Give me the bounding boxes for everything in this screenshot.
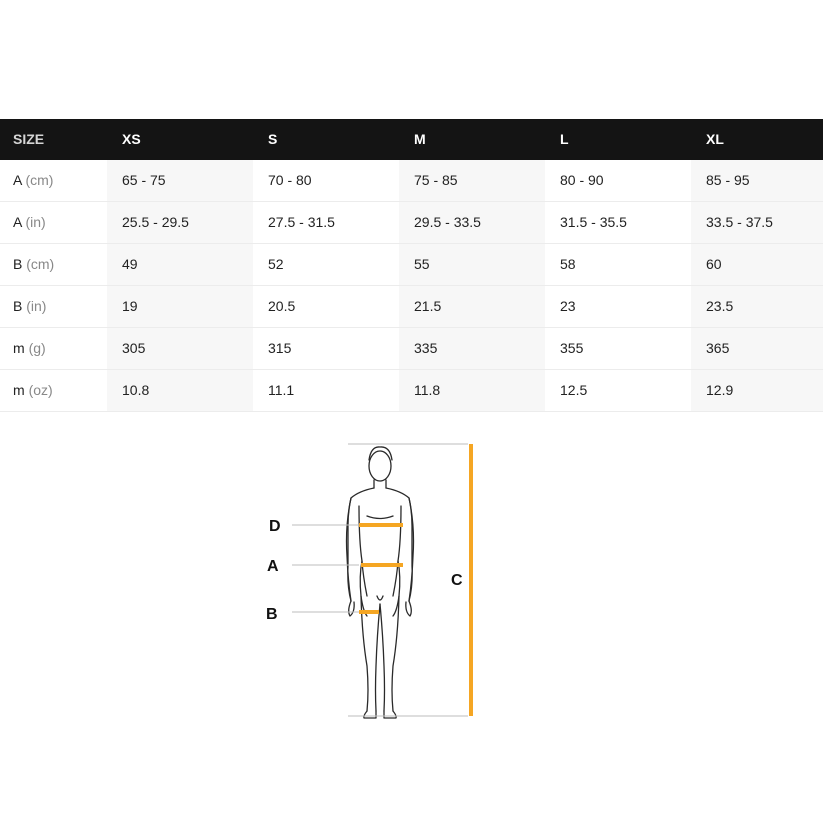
table-cell: 70 - 80 — [253, 160, 399, 201]
row-label: A (cm) — [0, 160, 107, 201]
table-row: B (in) 19 20.5 21.5 23 23.5 — [0, 286, 823, 328]
row-label: m (g) — [0, 328, 107, 369]
header-size-xs: XS — [122, 131, 141, 147]
table-cell: 21.5 — [399, 286, 545, 327]
header-size-s: S — [268, 131, 278, 147]
table-cell: 11.8 — [399, 370, 545, 411]
table-cell: 31.5 - 35.5 — [545, 202, 691, 243]
table-cell: 85 - 95 — [691, 160, 823, 201]
table-cell: 335 — [399, 328, 545, 369]
measure-letter: B — [13, 298, 23, 314]
measure-unit: (in) — [25, 214, 46, 230]
table-cell: 55 — [399, 244, 545, 285]
table-cell: 29.5 - 33.5 — [399, 202, 545, 243]
measure-unit: (cm) — [26, 256, 55, 272]
measure-unit: (oz) — [28, 382, 53, 398]
table-row: B (cm) 49 52 55 58 60 — [0, 244, 823, 286]
table-cell: 10.8 — [107, 370, 253, 411]
measure-letter: A — [13, 172, 22, 188]
measure-unit: (cm) — [25, 172, 54, 188]
measurement-diagram: D A B C — [255, 436, 485, 726]
measure-unit: (in) — [26, 298, 47, 314]
table-cell: 11.1 — [253, 370, 399, 411]
row-label: A (in) — [0, 202, 107, 243]
table-cell: 305 — [107, 328, 253, 369]
table-cell: 315 — [253, 328, 399, 369]
table-cell: 19 — [107, 286, 253, 327]
table-row: m (g) 305 315 335 355 365 — [0, 328, 823, 370]
row-label: B (cm) — [0, 244, 107, 285]
measure-letter: m — [13, 382, 25, 398]
size-chart-table: SIZE XS S M L XL A (cm) 65 - 75 70 - 80 … — [0, 119, 823, 412]
header-size-m: M — [414, 131, 426, 147]
row-label: m (oz) — [0, 370, 107, 411]
label-c: C — [451, 572, 463, 589]
table-row: A (cm) 65 - 75 70 - 80 75 - 85 80 - 90 8… — [0, 160, 823, 202]
table-cell: 23 — [545, 286, 691, 327]
human-figure-icon: D A B C — [266, 443, 473, 719]
table-header-row: SIZE XS S M L XL — [0, 119, 823, 160]
table-row: A (in) 25.5 - 29.5 27.5 - 31.5 29.5 - 33… — [0, 202, 823, 244]
table-row: m (oz) 10.8 11.1 11.8 12.5 12.9 — [0, 370, 823, 412]
table-cell: 75 - 85 — [399, 160, 545, 201]
header-size-label: SIZE — [13, 131, 45, 147]
table-cell: 20.5 — [253, 286, 399, 327]
table-cell: 23.5 — [691, 286, 823, 327]
table-cell: 49 — [107, 244, 253, 285]
measure-letter: m — [13, 340, 25, 356]
measure-unit: (g) — [28, 340, 46, 356]
table-cell: 365 — [691, 328, 823, 369]
table-cell: 33.5 - 37.5 — [691, 202, 823, 243]
table-cell: 12.9 — [691, 370, 823, 411]
table-cell: 27.5 - 31.5 — [253, 202, 399, 243]
table-cell: 80 - 90 — [545, 160, 691, 201]
table-cell: 355 — [545, 328, 691, 369]
table-cell: 60 — [691, 244, 823, 285]
table-cell: 12.5 — [545, 370, 691, 411]
table-cell: 65 - 75 — [107, 160, 253, 201]
label-d: D — [269, 518, 281, 535]
label-a: A — [267, 558, 279, 575]
table-cell: 52 — [253, 244, 399, 285]
table-cell: 58 — [545, 244, 691, 285]
measure-letter: B — [13, 256, 23, 272]
table-cell: 25.5 - 29.5 — [107, 202, 253, 243]
row-label: B (in) — [0, 286, 107, 327]
header-size-l: L — [560, 131, 569, 147]
measure-letter: A — [13, 214, 22, 230]
header-size-xl: XL — [706, 131, 724, 147]
label-b: B — [266, 606, 278, 623]
